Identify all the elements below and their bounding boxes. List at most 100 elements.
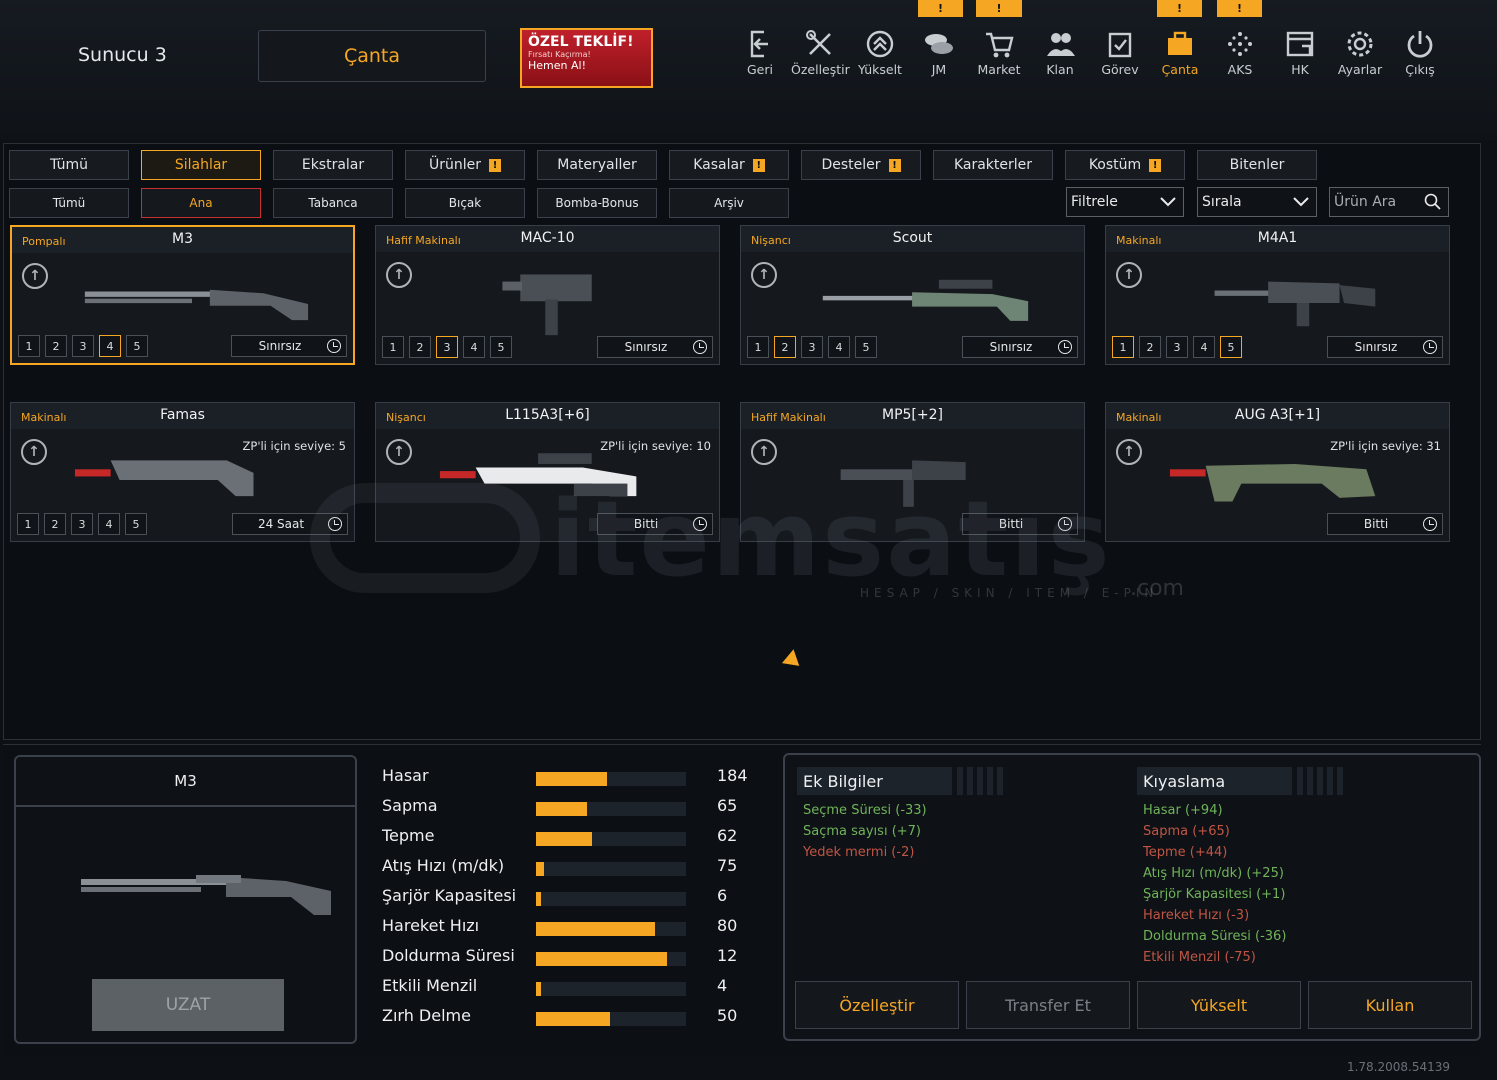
upgrade-arrow-icon[interactable]: ↑ — [751, 439, 777, 465]
level-box: 3 — [1166, 336, 1188, 358]
tab-0[interactable]: Tümü — [9, 150, 129, 180]
tab-1[interactable]: Silahlar — [141, 150, 261, 180]
stat-value: 184 — [717, 766, 748, 785]
stat-row: Sapma 65 — [382, 796, 752, 818]
upgrade-arrow-icon[interactable]: ↑ — [386, 262, 412, 288]
stat-bar — [536, 802, 686, 816]
subtab-3[interactable]: Bıçak — [405, 188, 525, 218]
weapon-name: MAC-10 — [520, 230, 575, 246]
tab-5[interactable]: Kasalar! — [669, 150, 789, 180]
upgrade-arrow-icon[interactable]: ↑ — [386, 439, 412, 465]
nav-power[interactable]: Çıkış — [1391, 28, 1449, 77]
compare-line: Doldurma Süresi (-36) — [1143, 929, 1287, 944]
tab-label: Ürünler — [428, 157, 481, 173]
weapon-name: MP5[+2] — [882, 407, 943, 423]
subtab-5[interactable]: Arşiv — [669, 188, 789, 218]
upgrade-arrow-icon[interactable]: ↑ — [21, 439, 47, 465]
level-box: 3 — [71, 513, 93, 535]
tab-9[interactable]: Bitenler — [1197, 150, 1317, 180]
mission-icon — [1108, 32, 1132, 58]
nav-cart[interactable]: Market — [970, 28, 1028, 77]
tab-4[interactable]: Materyaller — [537, 150, 657, 180]
nav-gear[interactable]: Ayarlar — [1331, 28, 1389, 77]
alert-badge: ! — [976, 0, 1022, 17]
extra-info-line: Yedek mermi (-2) — [803, 845, 915, 860]
nav-bag[interactable]: Çanta — [1151, 28, 1209, 77]
stat-label: Şarjör Kapasitesi — [382, 886, 517, 905]
alert-badge: ! — [1157, 0, 1202, 17]
level-box: 4 — [828, 336, 850, 358]
nav-hk[interactable]: HK — [1271, 28, 1329, 77]
subtab-1[interactable]: Ana — [141, 188, 261, 218]
stat-bar — [536, 862, 686, 876]
stat-bar-fill — [536, 802, 587, 816]
weapon-image — [74, 460, 254, 497]
card-header: Makinalı M4A1 — [1106, 226, 1449, 252]
subtab-2[interactable]: Tabanca — [273, 188, 393, 218]
filter-dropdown[interactable]: Filtrele — [1066, 187, 1184, 217]
tab-6[interactable]: Desteler! — [801, 150, 921, 180]
tab-7[interactable]: Karakterler — [933, 150, 1053, 180]
nav-mission[interactable]: Görev — [1091, 28, 1149, 77]
search-placeholder: Ürün Ara — [1334, 194, 1397, 210]
sort-dropdown[interactable]: Sırala — [1197, 187, 1317, 217]
nav-label: Klan — [1046, 62, 1074, 77]
card-header: Hafif Makinalı MAC-10 — [376, 226, 719, 252]
weapon-card[interactable]: Hafif Makinalı MAC-10 ↑ 12345 Sınırsız — [375, 225, 720, 365]
clock-icon — [328, 517, 342, 531]
upgrade-arrow-icon[interactable]: ↑ — [22, 263, 48, 289]
weapon-card[interactable]: Nişancı L115A3[+6] ↑ ZP'li için seviye: … — [375, 402, 720, 542]
nav-aks[interactable]: AKS — [1211, 28, 1269, 77]
clock-icon — [693, 517, 707, 531]
weapon-card[interactable]: Makinalı AUG A3[+1] ↑ ZP'li için seviye:… — [1105, 402, 1450, 542]
compare-line: Etkili Menzil (-75) — [1143, 950, 1256, 965]
tab-2[interactable]: Ekstralar — [273, 150, 393, 180]
bag-button[interactable]: Çanta — [258, 30, 486, 82]
nav-label: Görev — [1101, 62, 1139, 77]
clock-icon — [1423, 340, 1437, 354]
upgrade-arrow-icon[interactable]: ↑ — [1116, 439, 1142, 465]
weapon-name: AUG A3[+1] — [1234, 407, 1321, 423]
nav-coins[interactable]: JM — [910, 28, 968, 77]
stat-bar-fill — [536, 922, 655, 936]
nav-tools[interactable]: Özelleştir — [791, 28, 850, 77]
weapon-card[interactable]: Nişancı Scout ↑ 12345 Sınırsız — [740, 225, 1085, 365]
level-box: 1 — [18, 335, 40, 357]
warning-icon: ! — [888, 158, 901, 172]
nav-back[interactable]: Geri — [731, 28, 789, 77]
offer-cta: Hemen Al! — [528, 59, 586, 72]
weapon-image — [840, 460, 966, 507]
weapon-card[interactable]: Makinalı M4A1 ↑ 12345 Sınırsız — [1105, 225, 1450, 365]
stat-bar — [536, 922, 686, 936]
weapon-name: L115A3[+6] — [505, 407, 590, 423]
clock-icon — [327, 339, 341, 353]
nav-clan[interactable]: Klan — [1031, 28, 1089, 77]
weapon-card[interactable]: Pompalı M3 ↑ 12345 Sınırsız — [10, 225, 355, 365]
nav-upgrade[interactable]: Yükselt — [851, 28, 909, 77]
upgrade-arrow-icon[interactable]: ↑ — [751, 262, 777, 288]
action-button-1[interactable]: Transfer Et — [966, 981, 1130, 1029]
stat-label: Zırh Delme — [382, 1006, 471, 1025]
card-header: Hafif Makinalı MP5[+2] — [741, 403, 1084, 429]
extend-button[interactable]: UZAT — [92, 979, 284, 1031]
tab-8[interactable]: Kostüm! — [1065, 150, 1185, 180]
weapon-card[interactable]: Hafif Makinalı MP5[+2] ↑ Bitti — [740, 402, 1085, 542]
stat-value: 6 — [717, 886, 728, 905]
tab-label: Desteler — [821, 157, 881, 173]
nav-label: AKS — [1227, 62, 1253, 77]
subtab-4[interactable]: Bomba-Bonus — [537, 188, 657, 218]
stat-bar — [536, 982, 686, 996]
level-box: 4 — [1193, 336, 1215, 358]
action-button-3[interactable]: Kullan — [1308, 981, 1472, 1029]
special-offer-banner[interactable]: ÖZEL TEKLİF! Fırsatı Kaçırma! Hemen Al! — [520, 28, 653, 88]
nav-label: Yükselt — [858, 62, 902, 77]
action-button-2[interactable]: Yükselt — [1137, 981, 1301, 1029]
action-button-0[interactable]: Özelleştir — [795, 981, 959, 1029]
search-input[interactable]: Ürün Ara — [1329, 187, 1449, 217]
weapon-card[interactable]: Makinalı Famas ↑ ZP'li için seviye: 5 12… — [10, 402, 355, 542]
upgrade-arrow-icon[interactable]: ↑ — [1116, 262, 1142, 288]
weapon-image — [439, 453, 637, 497]
level-box: 3 — [801, 336, 823, 358]
tab-3[interactable]: Ürünler! — [405, 150, 525, 180]
subtab-0[interactable]: Tümü — [9, 188, 129, 218]
